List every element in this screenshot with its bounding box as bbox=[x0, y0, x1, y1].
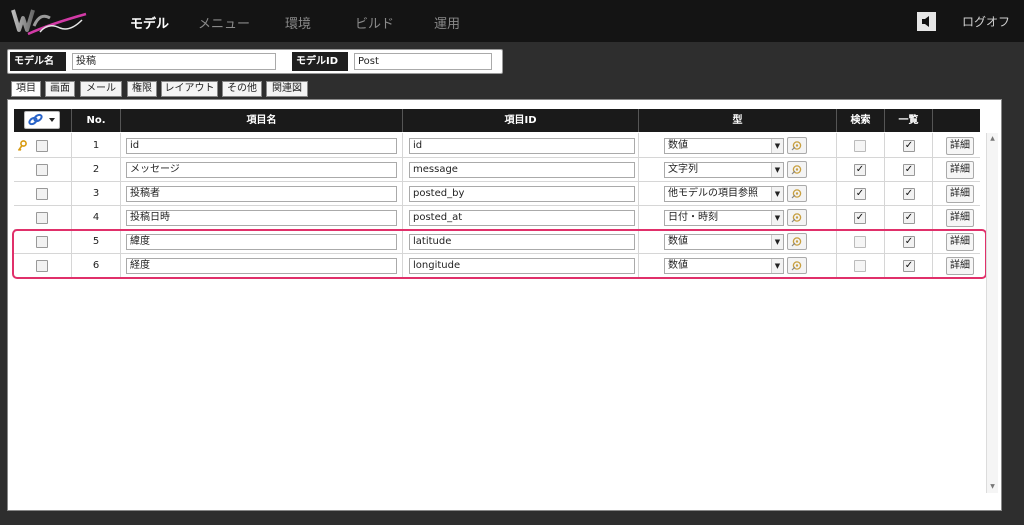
tab-screen[interactable]: 画面 bbox=[45, 81, 75, 97]
item-id-input[interactable]: posted_at bbox=[409, 210, 635, 226]
item-id-input[interactable]: posted_by bbox=[409, 186, 635, 202]
row-number: 3 bbox=[92, 188, 100, 199]
speaker-icon bbox=[922, 16, 929, 27]
type-settings-button[interactable] bbox=[787, 137, 807, 154]
scroll-down-icon[interactable]: ▼ bbox=[987, 482, 998, 492]
type-select[interactable]: 文字列 ▼ bbox=[664, 162, 784, 178]
search-checkbox[interactable]: ✓ bbox=[854, 212, 866, 224]
item-name-input[interactable]: メッセージ bbox=[126, 162, 397, 178]
search-checkbox[interactable]: ✓ bbox=[854, 164, 866, 176]
tab-items[interactable]: 項目 bbox=[11, 81, 41, 97]
tab-relation-diagram[interactable]: 関連図 bbox=[266, 81, 308, 97]
tab-layout[interactable]: レイアウト bbox=[161, 81, 218, 97]
type-select-value: 日付・時刻 bbox=[668, 212, 718, 223]
header-item-id: 項目ID bbox=[402, 109, 638, 132]
item-name-input[interactable]: 投稿者 bbox=[126, 186, 397, 202]
sound-toggle-button[interactable] bbox=[917, 12, 936, 31]
type-select-value: 文字列 bbox=[668, 164, 698, 175]
chevron-down-icon: ▼ bbox=[771, 139, 783, 153]
row-select-checkbox[interactable] bbox=[36, 164, 48, 176]
type-settings-button[interactable] bbox=[787, 161, 807, 178]
header-no: No. bbox=[71, 109, 120, 132]
app-logo[interactable] bbox=[10, 4, 90, 38]
type-settings-button[interactable] bbox=[787, 209, 807, 226]
type-select-value: 他モデルの項目参照 bbox=[668, 188, 758, 199]
header-item-name: 項目名 bbox=[120, 109, 402, 132]
model-info-bar: モデル名 投稿 モデルID Post bbox=[7, 49, 503, 74]
model-id-input[interactable]: Post bbox=[354, 53, 492, 70]
list-checkbox[interactable]: ✓ bbox=[903, 140, 915, 152]
highlight-rows-latitude-longitude bbox=[12, 229, 987, 279]
nav-build[interactable]: ビルド bbox=[355, 13, 394, 32]
nav-menu[interactable]: メニュー bbox=[198, 13, 250, 32]
item-name-input[interactable]: 投稿日時 bbox=[126, 210, 397, 226]
tab-mail[interactable]: メール bbox=[80, 81, 122, 97]
edit-type-icon bbox=[791, 189, 802, 199]
link-tool-icon bbox=[28, 113, 55, 126]
header-search: 検索 bbox=[836, 109, 884, 132]
detail-button[interactable]: 詳細 bbox=[946, 137, 974, 155]
item-id-input[interactable]: id bbox=[409, 138, 635, 154]
detail-button[interactable]: 詳細 bbox=[946, 209, 974, 227]
chevron-down-icon: ▼ bbox=[771, 187, 783, 201]
type-select[interactable]: 日付・時刻 ▼ bbox=[664, 210, 784, 226]
type-select[interactable]: 他モデルの項目参照 ▼ bbox=[664, 186, 784, 202]
detail-button[interactable]: 詳細 bbox=[946, 185, 974, 203]
list-checkbox[interactable]: ✓ bbox=[903, 212, 915, 224]
top-bar: モデル メニュー 環境 ビルド 運用 ログオフ bbox=[0, 0, 1024, 42]
key-icon bbox=[17, 140, 27, 151]
search-checkbox[interactable]: ✓ bbox=[854, 188, 866, 200]
link-tool-dropdown[interactable] bbox=[24, 111, 60, 129]
model-name-input[interactable]: 投稿 bbox=[72, 53, 276, 70]
header-type: 型 bbox=[638, 109, 836, 132]
vertical-scrollbar[interactable]: ▲ ▼ bbox=[986, 133, 998, 493]
tab-permission[interactable]: 権限 bbox=[127, 81, 157, 97]
type-select-value: 数値 bbox=[668, 140, 688, 151]
model-name-label: モデル名 bbox=[10, 52, 66, 71]
model-id-label: モデルID bbox=[292, 52, 348, 71]
chevron-down-icon: ▼ bbox=[771, 211, 783, 225]
list-checkbox[interactable]: ✓ bbox=[903, 188, 915, 200]
search-checkbox[interactable] bbox=[854, 140, 866, 152]
nav-operation[interactable]: 運用 bbox=[434, 13, 460, 32]
header-list: 一覧 bbox=[884, 109, 932, 132]
nav-environment[interactable]: 環境 bbox=[285, 13, 311, 32]
row-number: 2 bbox=[92, 164, 100, 175]
edit-type-icon bbox=[791, 213, 802, 223]
detail-button[interactable]: 詳細 bbox=[946, 161, 974, 179]
scroll-up-icon[interactable]: ▲ bbox=[987, 134, 998, 144]
header-detail bbox=[932, 109, 980, 132]
row-select-checkbox[interactable] bbox=[36, 140, 48, 152]
edit-type-icon bbox=[791, 165, 802, 175]
type-settings-button[interactable] bbox=[787, 185, 807, 202]
row-number: 1 bbox=[92, 140, 100, 151]
row-number: 4 bbox=[92, 212, 100, 223]
chevron-down-icon: ▼ bbox=[771, 163, 783, 177]
nav-model[interactable]: モデル bbox=[130, 13, 169, 32]
logout-link[interactable]: ログオフ bbox=[962, 13, 1010, 30]
tab-other[interactable]: その他 bbox=[222, 81, 262, 97]
type-select[interactable]: 数値 ▼ bbox=[664, 138, 784, 154]
list-checkbox[interactable]: ✓ bbox=[903, 164, 915, 176]
item-id-input[interactable]: message bbox=[409, 162, 635, 178]
row-select-checkbox[interactable] bbox=[36, 188, 48, 200]
row-select-checkbox[interactable] bbox=[36, 212, 48, 224]
edit-type-icon bbox=[791, 141, 802, 151]
item-name-input[interactable]: id bbox=[126, 138, 397, 154]
